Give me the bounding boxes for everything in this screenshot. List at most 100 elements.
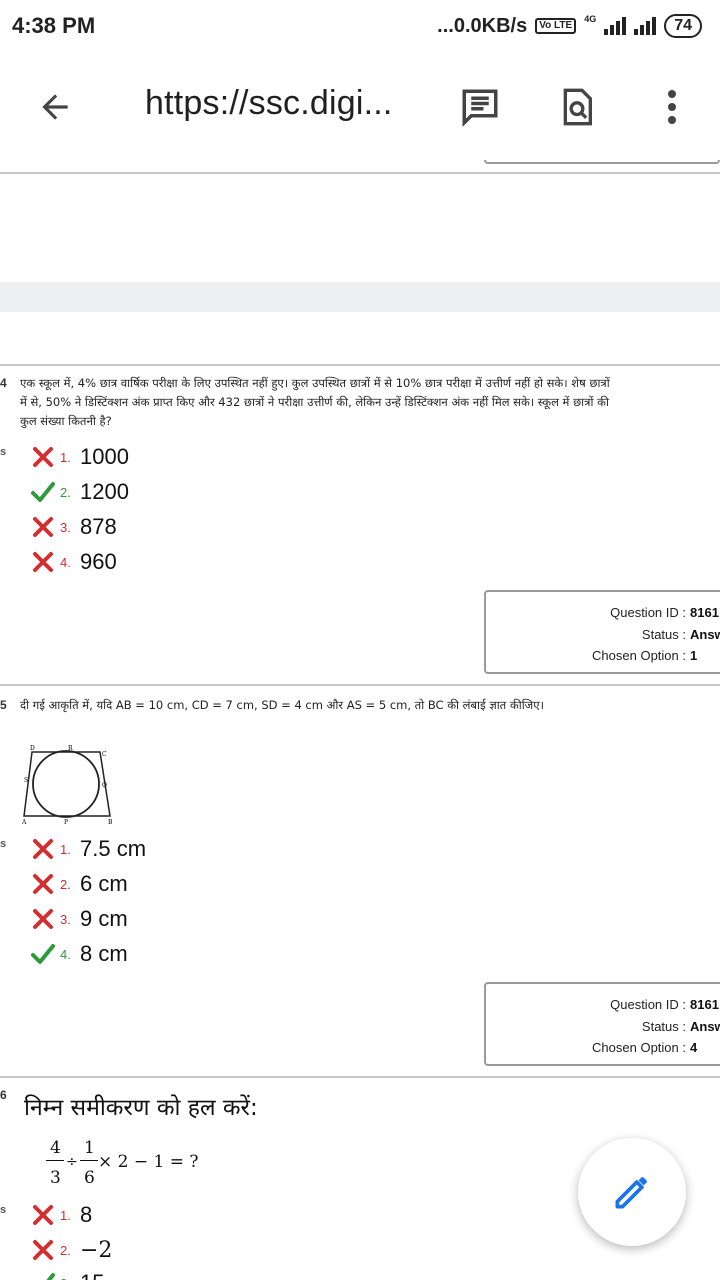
status-time: 4:38 PM xyxy=(12,13,96,38)
chosen-option-value: 4 xyxy=(690,1040,698,1055)
option-row: 4. 8 cm xyxy=(30,939,128,969)
question-info-box: Question ID : 8161 Status : Answ Chosen Op… xyxy=(484,590,720,674)
option-value: 1000 xyxy=(80,444,129,469)
option-row: 1. 1000 xyxy=(30,442,129,472)
option-value: 1200 xyxy=(80,479,129,504)
status-label: Status : xyxy=(641,626,686,642)
divider xyxy=(0,172,720,174)
option-number: 4. xyxy=(60,946,71,962)
check-icon xyxy=(30,941,56,967)
status-indicators: ...0.0KB/s Vo LTE 4G 74 xyxy=(437,14,702,38)
tangent-label-r: R xyxy=(68,745,73,752)
cross-icon xyxy=(30,1202,56,1228)
divider xyxy=(0,684,720,686)
status-value: Answ xyxy=(690,1018,720,1034)
side-label: s xyxy=(0,1204,7,1216)
question-number: 5 xyxy=(0,698,7,712)
browser-toolbar: https://ssc.digi... xyxy=(0,52,720,160)
option-value: 9 cm xyxy=(80,906,128,931)
option-number: 1. xyxy=(60,841,71,857)
back-arrow-icon[interactable] xyxy=(30,82,80,132)
chosen-option-label: Chosen Option : xyxy=(592,1040,686,1055)
tangent-label-q: Q xyxy=(102,782,107,789)
section-gap xyxy=(0,282,720,312)
question-text: एक स्कूल में, 4% छात्र वार्षिक परीक्षा क… xyxy=(20,376,610,428)
option-number: 3. xyxy=(60,911,71,927)
edit-fab-button[interactable] xyxy=(578,1138,686,1246)
reader-mode-icon[interactable] xyxy=(454,82,506,132)
option-value: 960 xyxy=(80,549,117,574)
status-label: Status : xyxy=(641,1018,686,1034)
option-row: 2. 1200 xyxy=(30,477,129,507)
status-value: Answ xyxy=(690,626,720,642)
option-value: 7.5 cm xyxy=(80,836,147,861)
option-number: 3. xyxy=(60,1276,78,1280)
option-row: 1. 7.5 cm xyxy=(30,834,146,864)
option-value: 878 xyxy=(80,514,117,539)
option-value: −2 xyxy=(80,1237,113,1263)
option-number: 3. xyxy=(60,519,71,535)
find-in-page-icon[interactable] xyxy=(552,82,602,132)
chosen-option-label: Chosen Option : xyxy=(592,648,686,663)
cross-icon xyxy=(30,871,56,897)
fraction-denominator: 3 xyxy=(50,1168,61,1188)
question-id-value: 8161 xyxy=(690,997,719,1012)
pencil-icon xyxy=(615,1177,647,1209)
cross-icon xyxy=(30,549,56,575)
vertex-label-b: B xyxy=(108,819,113,826)
network-speed: ...0.0KB/s xyxy=(437,14,528,37)
cross-icon xyxy=(30,514,56,540)
cross-icon xyxy=(30,836,56,862)
option-row: 1. 8 xyxy=(30,1200,92,1230)
fraction-bar xyxy=(46,1160,64,1161)
check-icon xyxy=(30,1270,56,1280)
option-value: 8 xyxy=(80,1202,93,1227)
vertex-label-d: D xyxy=(30,745,35,752)
more-options-icon[interactable] xyxy=(650,82,694,132)
option-value: 6 cm xyxy=(80,871,128,896)
divider xyxy=(0,1076,720,1078)
battery-icon: 74 xyxy=(664,14,702,38)
tangent-label-p: P xyxy=(64,819,68,826)
question-id-value: 8161 xyxy=(690,605,719,620)
question-id-label: Question ID : xyxy=(610,997,686,1012)
fraction-denominator: 6 xyxy=(84,1168,95,1188)
question-id-label: Question ID : xyxy=(610,605,686,620)
question-number: 6 xyxy=(0,1088,7,1102)
side-label: s xyxy=(0,446,7,458)
cross-icon xyxy=(30,444,56,470)
divide-sign: ÷ xyxy=(66,1154,78,1170)
question-text: निम्न समीकरण को हल करें: xyxy=(24,1095,258,1121)
check-icon xyxy=(30,479,56,505)
equation-rest: × 2 − 1 = ? xyxy=(98,1152,199,1172)
fraction-numerator: 1 xyxy=(84,1138,95,1158)
divider xyxy=(0,364,720,366)
url-bar[interactable]: https://ssc.digi... xyxy=(145,84,393,123)
quadrilateral-figure: D R C S Q A P B xyxy=(21,745,113,826)
option-row: 4. 960 xyxy=(30,547,117,577)
option-number: 2. xyxy=(60,484,71,500)
cross-icon xyxy=(30,1237,56,1263)
volte-icon: Vo LTE xyxy=(535,18,577,34)
chosen-option-value: 1 xyxy=(690,648,698,663)
tangent-label-s: S xyxy=(24,777,28,784)
option-row: 3. 878 xyxy=(30,512,117,542)
network-type-label: 4G xyxy=(584,14,597,24)
option-value: 8 cm xyxy=(80,941,128,966)
option-number: 2. xyxy=(60,1242,71,1258)
option-value: 15 xyxy=(80,1270,104,1280)
option-number: 1. xyxy=(60,449,71,465)
signal-2-icon xyxy=(634,17,657,35)
status-bar: 4:38 PM ...0.0KB/s Vo LTE 4G 74 xyxy=(0,0,720,52)
option-row: 2. −2 xyxy=(30,1235,112,1265)
option-row: 2. 6 cm xyxy=(30,869,128,899)
option-number: 2. xyxy=(60,876,71,892)
question-info-box: Question ID : 8161 Status : Answ Chosen Op… xyxy=(484,982,720,1066)
side-label: s xyxy=(0,838,7,850)
option-number: 1. xyxy=(60,1207,71,1223)
cross-icon xyxy=(30,906,56,932)
signal-icon xyxy=(604,17,627,35)
vertex-label-a: A xyxy=(21,819,27,826)
page-content: 4 एक स्कूल में, 4% छात्र वार्षिक परीक्षा… xyxy=(0,160,720,1280)
option-number: 4. xyxy=(60,554,71,570)
